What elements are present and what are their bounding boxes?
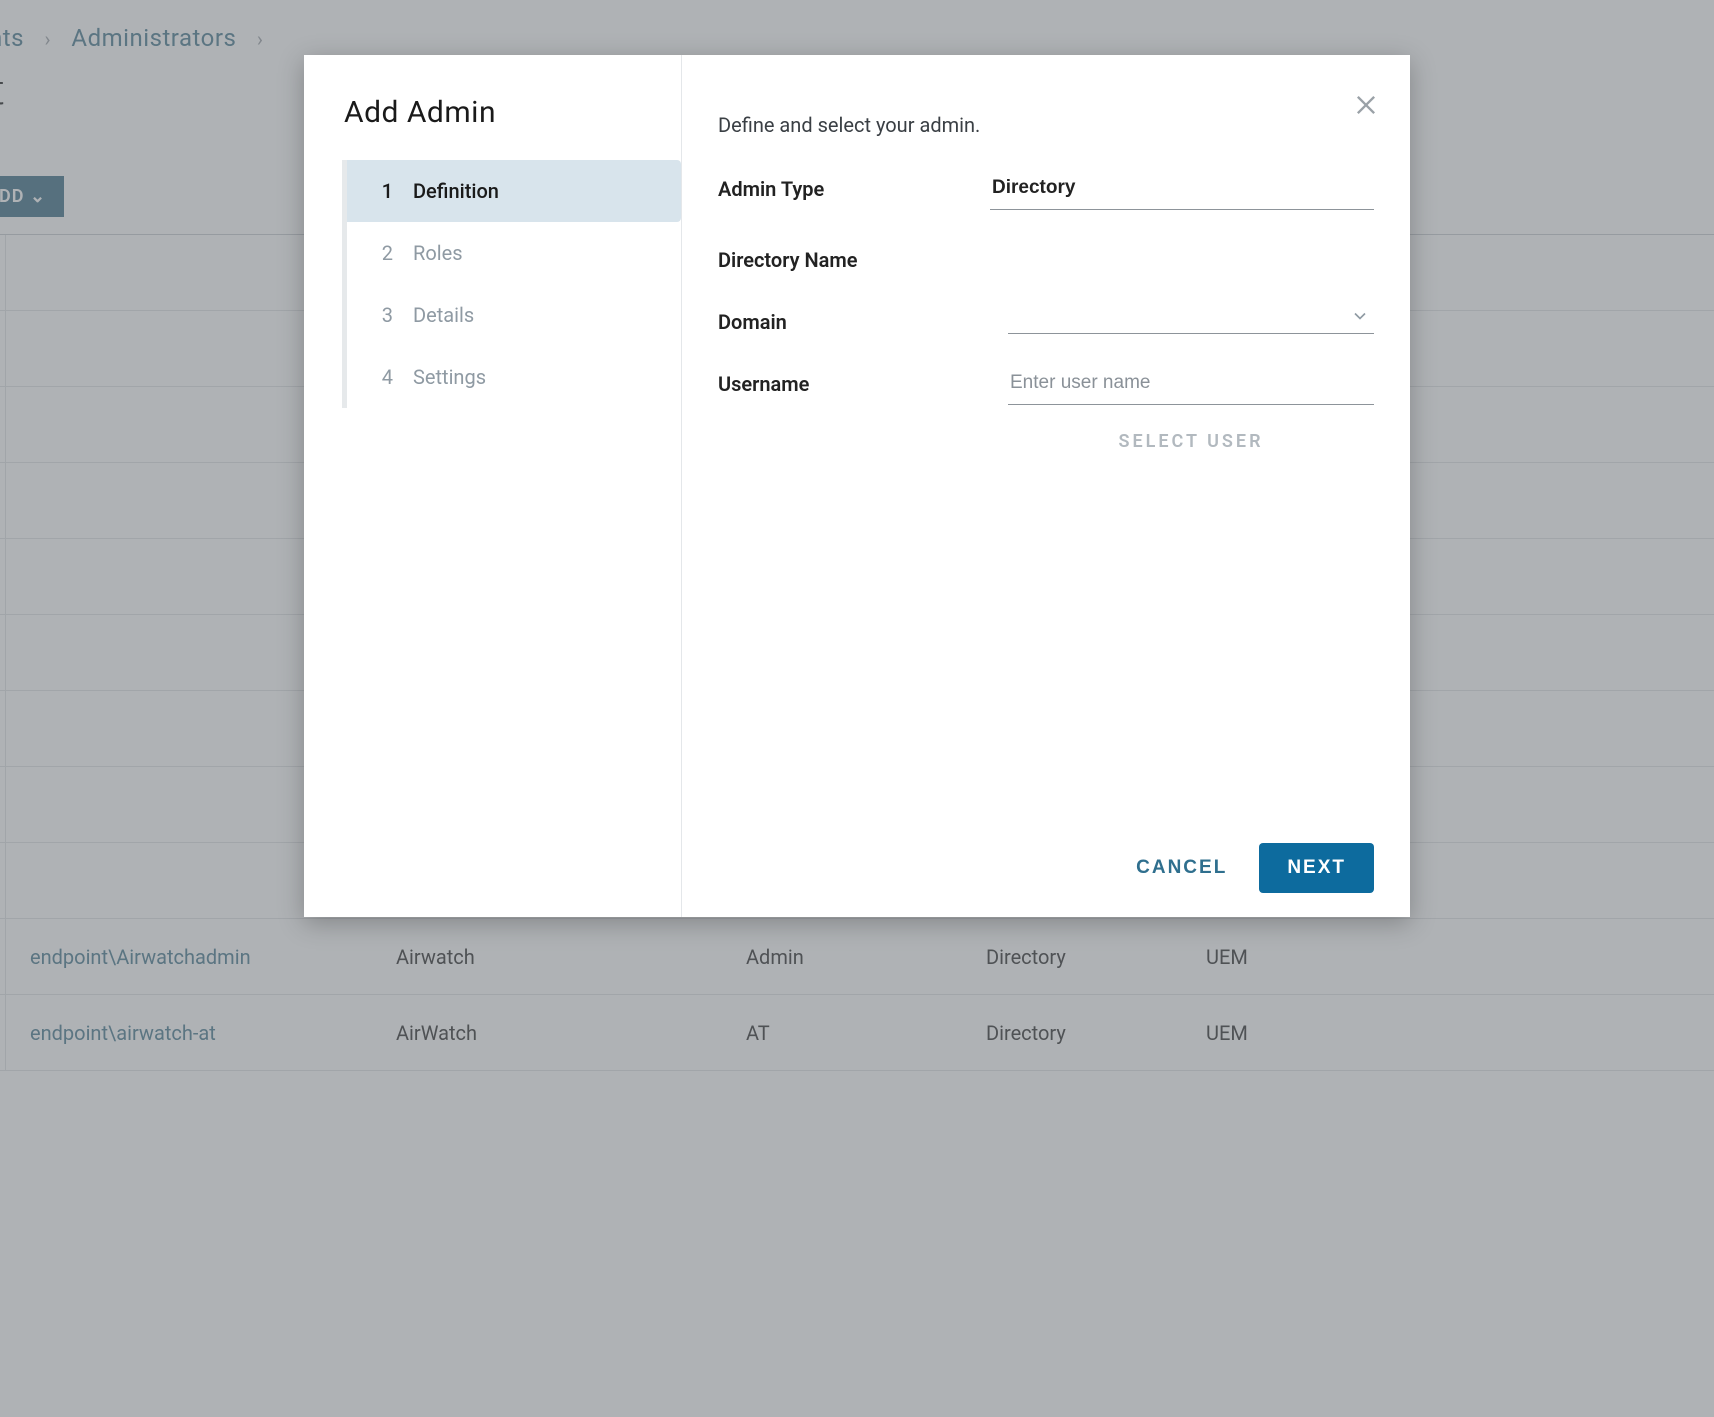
modal-footer: CANCEL NEXT [718, 823, 1374, 893]
wizard-step-definition[interactable]: 1 Definition [347, 160, 681, 222]
close-icon[interactable] [1352, 91, 1380, 119]
modal-title: Add Admin [304, 55, 681, 160]
step-number: 2 [377, 241, 393, 265]
domain-label: Domain [718, 306, 990, 334]
username-input[interactable] [1008, 368, 1374, 405]
step-label: Roles [413, 241, 463, 265]
chevron-down-icon [1350, 306, 1370, 326]
wizard-steps: 1 Definition 2 Roles 3 Details 4 Setting… [342, 160, 681, 408]
add-admin-modal: Add Admin 1 Definition 2 Roles 3 Details… [304, 55, 1410, 917]
directory-name-label: Directory Name [718, 244, 990, 272]
wizard-sidebar: Add Admin 1 Definition 2 Roles 3 Details… [304, 55, 682, 917]
select-user-button[interactable]: SELECT USER [1008, 431, 1374, 452]
step-label: Settings [413, 365, 486, 389]
wizard-step-details[interactable]: 3 Details [347, 284, 681, 346]
step-number: 1 [377, 179, 393, 203]
wizard-step-roles[interactable]: 2 Roles [347, 222, 681, 284]
domain-select[interactable] [1008, 306, 1374, 334]
admin-type-label: Admin Type [718, 173, 990, 201]
next-button[interactable]: NEXT [1259, 843, 1374, 893]
step-label: Details [413, 303, 474, 327]
wizard-content: Define and select your admin. Admin Type… [682, 55, 1410, 917]
cancel-button[interactable]: CANCEL [1130, 845, 1233, 891]
username-label: Username [718, 368, 990, 396]
wizard-step-settings[interactable]: 4 Settings [347, 346, 681, 408]
step-number: 4 [377, 365, 393, 389]
step-number: 3 [377, 303, 393, 327]
step-label: Definition [413, 179, 499, 203]
step-intro: Define and select your admin. [718, 113, 1374, 137]
admin-type-select[interactable] [990, 173, 1374, 210]
